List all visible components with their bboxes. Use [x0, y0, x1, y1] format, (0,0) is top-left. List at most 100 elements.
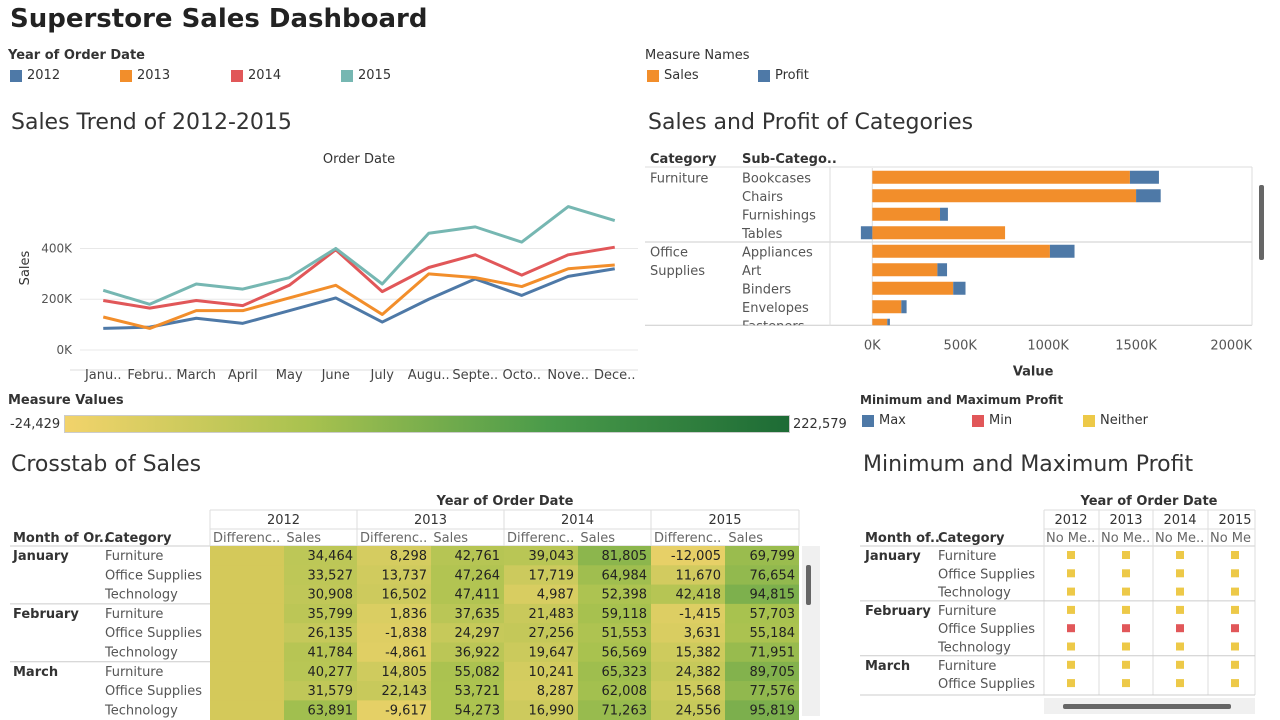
crosstab-table[interactable]: Year of Order Date 2012 Differenc.. Sales 20…: [0, 490, 830, 720]
table-cell[interactable]: [210, 681, 284, 701]
cell-value: 31,579: [308, 684, 354, 699]
legend-item-sales[interactable]: Sales: [647, 68, 699, 83]
table-cell[interactable]: [210, 565, 284, 586]
table-cell[interactable]: [210, 623, 284, 643]
minmax-table[interactable]: Year of Order Date 2012 No Me.. 2013 No Me..…: [855, 490, 1280, 720]
profit-flag-mark[interactable]: [1176, 551, 1184, 559]
row-category: Furniture: [650, 171, 708, 186]
legend-item-profit[interactable]: Profit: [758, 68, 809, 83]
sales-bar[interactable]: [872, 244, 1050, 258]
table-cell[interactable]: [210, 700, 284, 720]
sales-bar[interactable]: [872, 226, 1006, 240]
profit-flag-mark[interactable]: [1231, 605, 1239, 614]
legend-item-2012[interactable]: 2012: [10, 68, 60, 83]
profit-flag-mark[interactable]: [1122, 642, 1130, 651]
cell-value: 21,483: [529, 607, 575, 622]
profit-flag-mark[interactable]: [1122, 624, 1130, 633]
profit-flag-mark[interactable]: [1231, 642, 1239, 651]
profit-bar[interactable]: [937, 263, 948, 277]
legend-label: Min: [989, 413, 1013, 428]
swatch-profit: [758, 69, 770, 82]
profit-flag-mark[interactable]: [1231, 624, 1239, 633]
col-header-subcategory: Sub-Catego..: [742, 152, 837, 167]
table-cell[interactable]: [210, 584, 284, 605]
cell-value: 37,635: [455, 607, 501, 622]
sales-bar[interactable]: [872, 300, 902, 314]
profit-flag-mark[interactable]: [1122, 605, 1130, 614]
x-tick-label: Augu..: [408, 368, 450, 383]
profit-flag-mark[interactable]: [1067, 605, 1075, 614]
legend-item-2013[interactable]: 2013: [120, 68, 170, 83]
col-header-sales: Sales: [433, 531, 468, 546]
legend-item-min[interactable]: Min: [972, 413, 1012, 428]
profit-flag-mark[interactable]: [1176, 569, 1184, 578]
row-category: Technology: [104, 588, 178, 603]
profit-flag-mark[interactable]: [1176, 660, 1184, 669]
swatch-max: [862, 414, 874, 427]
legend-item-2015[interactable]: 2015: [341, 68, 391, 83]
profit-flag-mark[interactable]: [1067, 624, 1075, 633]
profit-flag-mark[interactable]: [1231, 569, 1239, 578]
col-header-measure: No Me..: [1046, 531, 1095, 546]
profit-flag-mark[interactable]: [1122, 551, 1130, 559]
legend-label: 2012: [27, 68, 61, 83]
profit-flag-mark[interactable]: [1231, 679, 1239, 688]
profit-flag-mark[interactable]: [1122, 587, 1130, 596]
series-line-2013[interactable]: [102, 263, 615, 330]
sales-bar[interactable]: [872, 207, 941, 221]
profit-bar[interactable]: [1049, 244, 1075, 258]
profit-flag-mark[interactable]: [1067, 679, 1075, 688]
y-tick-label: 200K: [41, 292, 73, 306]
table-cell[interactable]: [210, 603, 284, 624]
profit-flag-mark[interactable]: [1067, 660, 1075, 669]
cat-scrollbar[interactable]: [1259, 185, 1264, 260]
cell-value: 89,705: [750, 665, 796, 680]
table-cell[interactable]: [210, 661, 284, 682]
cell-value: 15,568: [676, 684, 722, 699]
sales-bar[interactable]: [872, 281, 954, 295]
profit-flag-mark[interactable]: [1176, 642, 1184, 651]
x-tick-label: July: [370, 368, 395, 383]
profit-bar[interactable]: [1129, 170, 1159, 184]
legend-item-max[interactable]: Max: [862, 413, 906, 428]
year-label: 2012: [267, 513, 300, 528]
profit-flag-mark[interactable]: [1067, 587, 1075, 596]
profit-bar[interactable]: [901, 300, 907, 314]
profit-flag-mark[interactable]: [1231, 551, 1239, 559]
profit-bar[interactable]: [1136, 189, 1161, 203]
crosstab-scrollbar[interactable]: [806, 565, 811, 605]
profit-bar[interactable]: [940, 207, 948, 221]
x-axis-title: Order Date: [323, 152, 395, 167]
profit-flag-mark[interactable]: [1067, 642, 1075, 651]
profit-flag-mark[interactable]: [1122, 679, 1130, 688]
sales-bar[interactable]: [872, 318, 888, 332]
profit-flag-mark[interactable]: [1176, 679, 1184, 688]
legend-item-2014[interactable]: 2014: [231, 68, 281, 83]
profit-flag-mark[interactable]: [1176, 624, 1184, 633]
sales-bar[interactable]: [872, 263, 938, 277]
profit-flag-mark[interactable]: [1176, 605, 1184, 614]
dashboard-title: Superstore Sales Dashboard: [10, 4, 428, 34]
x-tick-label: April: [228, 368, 258, 383]
catchart-title: Sales and Profit of Categories: [648, 110, 974, 135]
minmax-scrollbar[interactable]: [1063, 704, 1231, 709]
sales-bar[interactable]: [872, 170, 1130, 184]
legend-item-neither[interactable]: Neither: [1083, 413, 1148, 428]
profit-bar[interactable]: [860, 226, 873, 240]
year-header: Year of Order Date: [1080, 494, 1218, 509]
table-cell[interactable]: [210, 546, 284, 566]
profit-flag-mark[interactable]: [1122, 660, 1130, 669]
profit-bar[interactable]: [953, 281, 966, 295]
profit-flag-mark[interactable]: [1122, 569, 1130, 578]
profit-flag-mark[interactable]: [1176, 587, 1184, 596]
profit-flag-mark[interactable]: [1067, 551, 1075, 559]
profit-flag-mark[interactable]: [1231, 660, 1239, 669]
profit-flag-mark[interactable]: [1231, 587, 1239, 596]
row-category: Furniture: [105, 549, 163, 564]
sales-trend-chart[interactable]: Order Date Sales 0K 200K 400K Janu.. Febru.. Ma…: [0, 145, 640, 390]
profit-flag-mark[interactable]: [1067, 569, 1075, 578]
table-cell[interactable]: [210, 642, 284, 663]
profit-bar[interactable]: [887, 318, 890, 332]
sales-bar[interactable]: [872, 189, 1137, 203]
category-bar-chart[interactable]: Category Sub-Catego.. 0K 500K 1000K 1500K 2000…: [640, 145, 1280, 380]
